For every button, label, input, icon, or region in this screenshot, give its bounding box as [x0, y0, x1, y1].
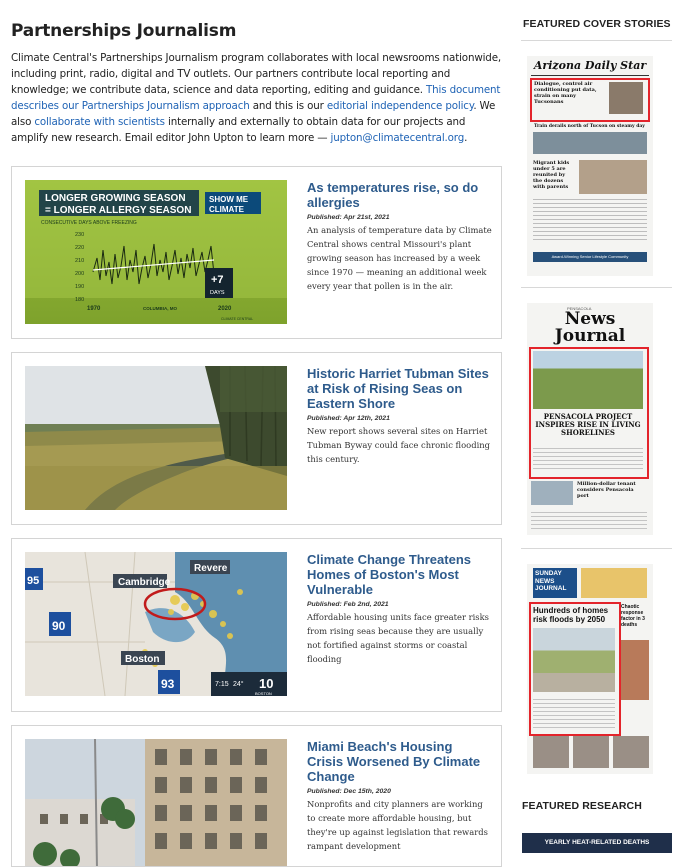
cover-story-arizona[interactable]: Arizona Daily Star Dialogue, control air…	[521, 40, 672, 287]
featured-cover-stories-heading: FEATURED COVER STORIES	[523, 18, 671, 30]
delta-unit: DAYS	[210, 290, 225, 296]
y-tick: 190	[75, 284, 84, 290]
broadcast-temp: 24°	[233, 680, 244, 688]
cover-headline: Hundreds of homes risk floods by 2050	[533, 606, 609, 624]
article-title[interactable]: Historic Harriet Tubman Sites at Risk of…	[307, 366, 492, 411]
intro-text-5: .	[464, 132, 468, 144]
intro-text-2: and this is our	[249, 100, 327, 112]
chart-heading-2: = LONGER ALLERGY SEASON	[45, 205, 191, 216]
chart-place: COLUMBIA, MO	[143, 306, 177, 311]
x-end: 2020	[218, 306, 232, 312]
article-card[interactable]: Miami Beach's Housing Crisis Worsened By…	[11, 725, 502, 867]
y-tick: 230	[75, 232, 84, 238]
editorial-policy-link[interactable]: editorial independence policy	[327, 100, 474, 112]
channel-logo: 10	[259, 676, 273, 691]
y-tick: 220	[75, 245, 84, 251]
cover-story-pensacola[interactable]: PENSACOLA News Journal PENSACOLA PROJECT…	[521, 287, 672, 548]
article-thumbnail-boston-map[interactable]: Cambridge Revere Boston 95 90 93 7:15 24…	[25, 552, 287, 696]
masthead: Arizona Daily Star	[533, 59, 647, 72]
newspaper-cover-image[interactable]: PENSACOLA News Journal PENSACOLA PROJECT…	[527, 303, 653, 535]
y-tick: 210	[75, 258, 84, 264]
cover-side-headline: Chaotic response factor in 3 deaths	[621, 604, 645, 628]
article-title[interactable]: As temperatures rise, so do allergies	[307, 180, 492, 210]
cover-headline: Dialogue, control air conditioning put d…	[534, 81, 597, 105]
y-tick: 180	[75, 297, 84, 303]
climate-central-logo: CLIMATE CENTRAL	[221, 317, 253, 321]
featured-research-banner[interactable]: YEARLY HEAT-RELATED DEATHS	[522, 833, 672, 853]
article-thumbnail-miami-building[interactable]	[25, 739, 287, 866]
map-label-cambridge: Cambridge	[118, 577, 171, 588]
article-card[interactable]: Historic Harriet Tubman Sites at Risk of…	[11, 352, 502, 525]
chart-subtitle: CONSECUTIVE DAYS ABOVE FREEZING	[41, 220, 137, 226]
map-label-revere: Revere	[194, 563, 228, 574]
article-title[interactable]: Miami Beach's Housing Crisis Worsened By…	[307, 739, 492, 784]
article-description: New report shows several sites on Harrie…	[307, 426, 491, 464]
article-description: Affordable housing units face greater ri…	[307, 612, 489, 664]
page-title: Partnerships Journalism	[11, 21, 237, 41]
show-me-badge: SHOW ME	[209, 195, 249, 204]
highway-95: 95	[27, 575, 39, 587]
cover-left-headline: Migrant kids under 5 are reunited by the…	[533, 160, 570, 190]
article-published-date: Published: Dec 15th, 2020	[307, 788, 391, 795]
intro-paragraph: Climate Central's Partnerships Journalis…	[11, 50, 502, 146]
delta-value: +7	[211, 274, 224, 286]
newspaper-cover-image[interactable]: SUNDAY NEWS JOURNAL Hundreds of homes ri…	[527, 564, 653, 774]
article-thumbnail-allergy-chart[interactable]: LONGER GROWING SEASON = LONGER ALLERGY S…	[25, 180, 287, 324]
article-card[interactable]: LONGER GROWING SEASON = LONGER ALLERGY S…	[11, 166, 502, 339]
masthead: News Journal	[554, 309, 626, 346]
cover-ad-banner: Award-Winning Senior Lifestyle Community	[533, 252, 647, 262]
article-published-date: Published: Feb 2nd, 2021	[307, 601, 389, 608]
cover-story-sunday-news-journal[interactable]: SUNDAY NEWS JOURNAL Hundreds of homes ri…	[521, 548, 672, 789]
masthead: SUNDAY NEWS JOURNAL	[533, 568, 577, 598]
article-thumbnail-marsh-photo[interactable]	[25, 366, 287, 510]
highway-93: 93	[161, 677, 175, 691]
highway-90: 90	[52, 619, 66, 633]
article-title[interactable]: Climate Change Threatens Homes of Boston…	[307, 552, 492, 597]
cover-subhead: Million-dollar tenant considers Pensacol…	[577, 481, 636, 499]
collaborate-scientists-link[interactable]: collaborate with scientists	[34, 116, 165, 128]
chart-heading-1: LONGER GROWING SEASON	[45, 193, 186, 204]
article-published-date: Published: Apr 12th, 2021	[307, 415, 390, 422]
featured-research-heading: FEATURED RESEARCH	[522, 800, 642, 812]
y-tick: 200	[75, 271, 84, 277]
cover-headline: PENSACOLA PROJECT INSPIRES RISE IN LIVIN…	[535, 412, 641, 437]
article-card[interactable]: Cambridge Revere Boston 95 90 93 7:15 24…	[11, 538, 502, 712]
climate-badge: CLIMATE	[209, 205, 245, 214]
cover-subhead: Train derails north of Tucson on steamy …	[534, 124, 645, 129]
newspaper-cover-image[interactable]: Arizona Daily Star Dialogue, control air…	[527, 56, 653, 276]
article-description: An analysis of temperature data by Clima…	[307, 225, 492, 291]
channel-sub: BOSTON	[255, 691, 272, 696]
x-start: 1970	[87, 306, 101, 312]
article-published-date: Published: Apr 21st, 2021	[307, 214, 390, 221]
broadcast-time: 7:15	[215, 681, 229, 688]
map-label-boston: Boston	[125, 654, 159, 665]
article-description: Nonprofits and city planners are working…	[307, 799, 488, 851]
email-link[interactable]: jupton@climatecentral.org	[331, 132, 465, 144]
